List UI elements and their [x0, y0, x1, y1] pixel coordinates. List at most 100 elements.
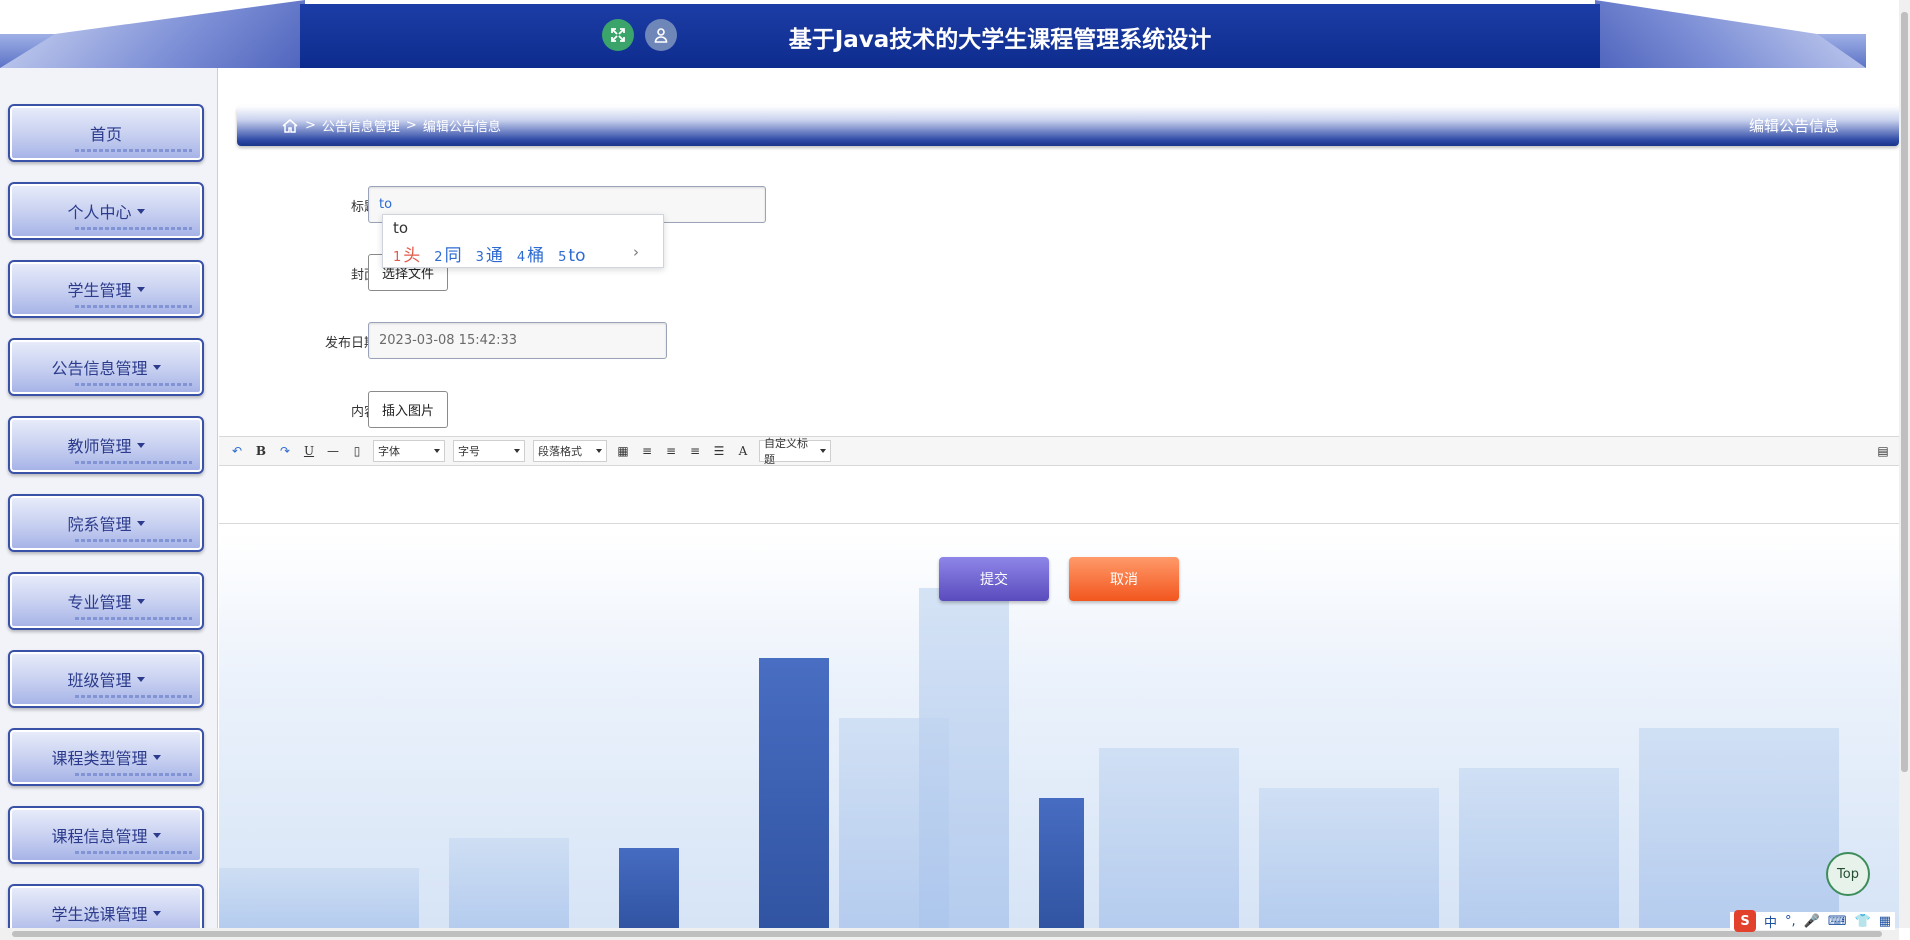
caret-down-icon — [136, 208, 145, 214]
table-icon[interactable]: ▦ — [615, 443, 631, 459]
sidebar-item-label: 首页 — [89, 125, 122, 144]
ime-candidate[interactable]: 5 to — [558, 246, 585, 266]
sidebar-item-label: 学生管理 — [67, 281, 132, 300]
ime-candidate[interactable]: 2同 — [434, 241, 461, 266]
back-to-top-button[interactable]: Top — [1826, 852, 1870, 896]
sidebar-item-students[interactable]: 学生管理 — [8, 260, 204, 318]
sidebar-item-label: 专业管理 — [67, 593, 132, 612]
caret-down-icon — [152, 910, 161, 916]
bold-icon[interactable]: B — [253, 443, 269, 459]
caret-down-icon — [136, 442, 145, 448]
page-title: 编辑公告信息 — [1748, 117, 1839, 135]
font-family-select[interactable]: 字体 — [373, 440, 445, 462]
sidebar-item-departments[interactable]: 院系管理 — [8, 494, 204, 552]
sidebar-item-personal-center[interactable]: 个人中心 — [8, 182, 204, 240]
sidebar-item-course-types[interactable]: 课程类型管理 — [8, 728, 204, 786]
redo-icon[interactable]: ↷ — [277, 443, 293, 459]
date-label: 发布日期 — [324, 336, 377, 351]
input-language-indicator[interactable]: 中 — [1764, 912, 1777, 931]
sidebar-item-courses[interactable]: 课程信息管理 — [8, 806, 204, 864]
align-right-icon[interactable]: ≡ — [663, 443, 679, 459]
vertical-scrollbar[interactable] — [1899, 0, 1910, 928]
submit-button[interactable]: 提交 — [939, 557, 1049, 601]
scrollbar-thumb[interactable] — [1901, 12, 1908, 772]
ime-candidate-number: 1 — [393, 250, 402, 265]
toolbox-icon[interactable]: ▦ — [1879, 914, 1891, 929]
ime-candidate[interactable]: 3通 — [476, 241, 503, 266]
publish-date-value: 2023-03-08 15:42:33 — [379, 333, 518, 348]
caret-down-icon — [136, 676, 145, 682]
microphone-icon[interactable]: 🎤 — [1804, 914, 1820, 929]
breadcrumb-separator: > — [305, 118, 316, 133]
underline-icon[interactable]: U — [301, 443, 317, 459]
sidebar-item-majors[interactable]: 专业管理 — [8, 572, 204, 630]
font-family-select-label: 字体 — [378, 445, 400, 458]
publish-date-field[interactable]: 2023-03-08 15:42:33 — [368, 322, 667, 359]
source-code-icon[interactable]: ▤ — [1875, 443, 1891, 459]
ime-candidate-text: 桶 — [527, 246, 545, 266]
keyboard-icon[interactable]: ⌨ — [1828, 914, 1847, 929]
horizontal-rule-icon[interactable]: — — [325, 443, 341, 459]
font-size-select[interactable]: 字号 — [453, 440, 525, 462]
rich-text-editor[interactable] — [219, 467, 1899, 524]
caret-down-icon — [152, 832, 161, 838]
align-left-icon[interactable]: ≡ — [639, 443, 655, 459]
user-icon[interactable] — [645, 19, 677, 51]
ime-candidate-list: 1头 2同 3通 4桶 5 to — [393, 241, 585, 266]
app-header: 基于Java技术的大学生课程管理系统设计 — [0, 0, 1910, 68]
skin-icon[interactable]: 👕 — [1855, 914, 1871, 929]
ime-candidate-window: to 1头 2同 3通 4桶 5 to › — [382, 214, 664, 268]
align-justify-icon[interactable]: ☰ — [711, 443, 727, 459]
ime-candidate-text: to — [568, 246, 586, 266]
caret-down-icon — [136, 520, 145, 526]
sidebar-item-label: 课程信息管理 — [51, 827, 148, 846]
sidebar-item-teachers[interactable]: 教师管理 — [8, 416, 204, 474]
sidebar-item-label: 学生选课管理 — [51, 905, 148, 924]
sidebar-item-label: 班级管理 — [67, 671, 132, 690]
ime-candidate-number: 5 — [558, 250, 567, 265]
custom-heading-select[interactable]: 自定义标题 — [759, 437, 831, 466]
ime-candidate-number: 4 — [516, 250, 526, 265]
main-content: > 公告信息管理 > 编辑公告信息 编辑公告信息 标题 to 封面 选择文件 发… — [219, 68, 1899, 928]
app-title: 基于Java技术的大学生课程管理系统设计 — [788, 27, 1212, 53]
sogou-logo-icon[interactable]: S — [1734, 910, 1756, 932]
align-center-icon[interactable]: ≡ — [687, 443, 703, 459]
sidebar-item-label: 个人中心 — [67, 203, 132, 222]
sidebar-item-label: 院系管理 — [67, 515, 132, 534]
document-icon[interactable]: ▯ — [349, 443, 365, 459]
cover-label: 封面 — [350, 268, 377, 283]
ime-candidate-text: 头 — [403, 246, 421, 266]
sidebar-item-announcements[interactable]: 公告信息管理 — [8, 338, 204, 396]
font-color-icon[interactable]: A — [735, 443, 751, 459]
breadcrumb-separator: > — [405, 118, 417, 133]
ime-composing-text: to — [393, 219, 409, 237]
paragraph-format-select-label: 段落格式 — [538, 445, 582, 458]
home-icon[interactable] — [281, 118, 299, 134]
ime-next-page-icon[interactable]: › — [633, 243, 639, 261]
ime-candidate-number: 3 — [475, 250, 484, 265]
sidebar-item-label: 公告信息管理 — [51, 359, 148, 378]
custom-heading-select-label: 自定义标题 — [764, 437, 808, 466]
sidebar-item-classes[interactable]: 班级管理 — [8, 650, 204, 708]
undo-icon[interactable]: ↶ — [229, 443, 245, 459]
horizontal-scrollbar[interactable] — [0, 928, 1899, 940]
ime-candidate-text: 同 — [444, 246, 462, 266]
ime-candidate-number: 2 — [434, 250, 443, 265]
insert-image-button[interactable]: 插入图片 — [368, 391, 449, 428]
ime-candidate[interactable]: 4桶 — [517, 241, 544, 266]
breadcrumb-level1[interactable]: 公告信息管理 — [322, 116, 400, 135]
cancel-button[interactable]: 取消 — [1069, 557, 1179, 601]
ime-candidate[interactable]: 1头 — [393, 241, 420, 266]
city-background — [219, 533, 1899, 928]
punctuation-icon[interactable]: °, — [1785, 914, 1796, 929]
ime-status-tray: S 中 °, 🎤 ⌨ 👕 ▦ — [1730, 910, 1896, 932]
scrollbar-thumb[interactable] — [12, 931, 1882, 937]
sidebar-item-label: 教师管理 — [67, 437, 132, 456]
paragraph-format-select[interactable]: 段落格式 — [533, 440, 607, 462]
title-value: to — [379, 197, 393, 212]
caret-down-icon — [136, 598, 145, 604]
sidebar-item-course-selection[interactable]: 学生选课管理 — [8, 884, 204, 928]
expand-icon[interactable] — [602, 19, 634, 51]
sidebar-item-home[interactable]: 首页 — [8, 104, 204, 162]
ime-candidate-text: 通 — [485, 246, 503, 266]
